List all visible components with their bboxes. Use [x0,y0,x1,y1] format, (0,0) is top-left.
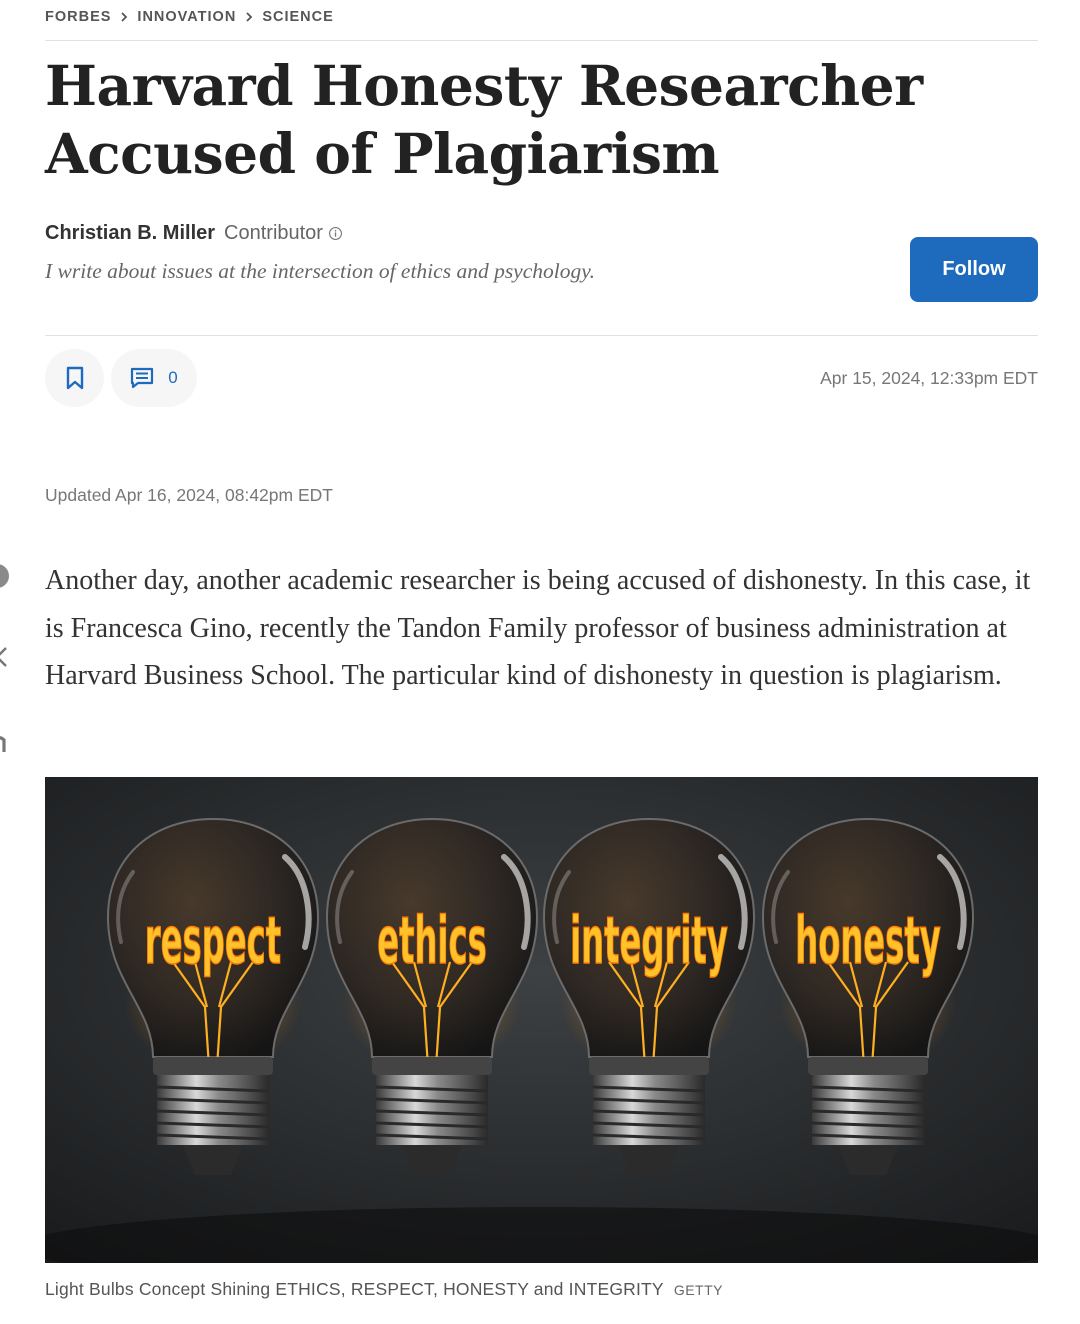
save-article-button[interactable] [45,349,104,407]
author-byline: Christian B. Miller Contributor [45,222,343,245]
comments-button[interactable]: 0 [111,349,197,407]
hero-image: respect ethics integrity honesty [45,777,1038,1263]
chevron-right-icon [121,12,128,22]
divider [45,335,1038,336]
article-title-line-1: Harvard Honesty Researcher [45,53,923,118]
breadcrumb-science[interactable]: SCIENCE [262,9,333,25]
x-twitter-icon[interactable] [0,644,10,670]
follow-button[interactable]: Follow [910,237,1038,302]
comment-icon [131,367,154,389]
light-bulbs-illustration: respect ethics integrity honesty [45,777,1038,1263]
breadcrumb-innovation[interactable]: INNOVATION [137,9,236,25]
article-lead-paragraph: Another day, another academic researcher… [45,565,1031,691]
linkedin-icon[interactable] [0,728,10,754]
breadcrumb: FORBES INNOVATION SCIENCE [45,9,334,25]
bulb-word-ethics: ethics [377,903,487,979]
bulb-word-integrity: integrity [570,903,728,979]
bulb-word-respect: respect [145,903,281,979]
comment-count: 0 [168,368,178,387]
article-title: Harvard Honesty Researcher Accused of Pl… [45,52,945,188]
updated-date: Updated Apr 16, 2024, 08:42pm EDT [45,485,333,505]
chevron-right-icon [246,12,253,22]
article-title-line-2: Accused of Plagiarism [45,121,720,186]
bookmark-icon [66,366,83,390]
bulb-word-honesty: honesty [795,903,941,979]
image-caption-text: Light Bulbs Concept Shining ETHICS, RESP… [45,1279,664,1299]
author-role: Contributor [224,222,323,244]
info-icon[interactable] [328,226,343,241]
image-caption: Light Bulbs Concept Shining ETHICS, RESP… [45,1279,723,1300]
share-icon[interactable] [0,563,10,589]
author-bio: I write about issues at the intersection… [45,259,595,283]
author-name-link[interactable]: Christian B. Miller [45,222,215,245]
breadcrumb-forbes[interactable]: FORBES [45,9,111,25]
published-date: Apr 15, 2024, 12:33pm EDT [820,368,1038,388]
image-credit: GETTY [673,1282,723,1298]
divider [45,40,1038,41]
